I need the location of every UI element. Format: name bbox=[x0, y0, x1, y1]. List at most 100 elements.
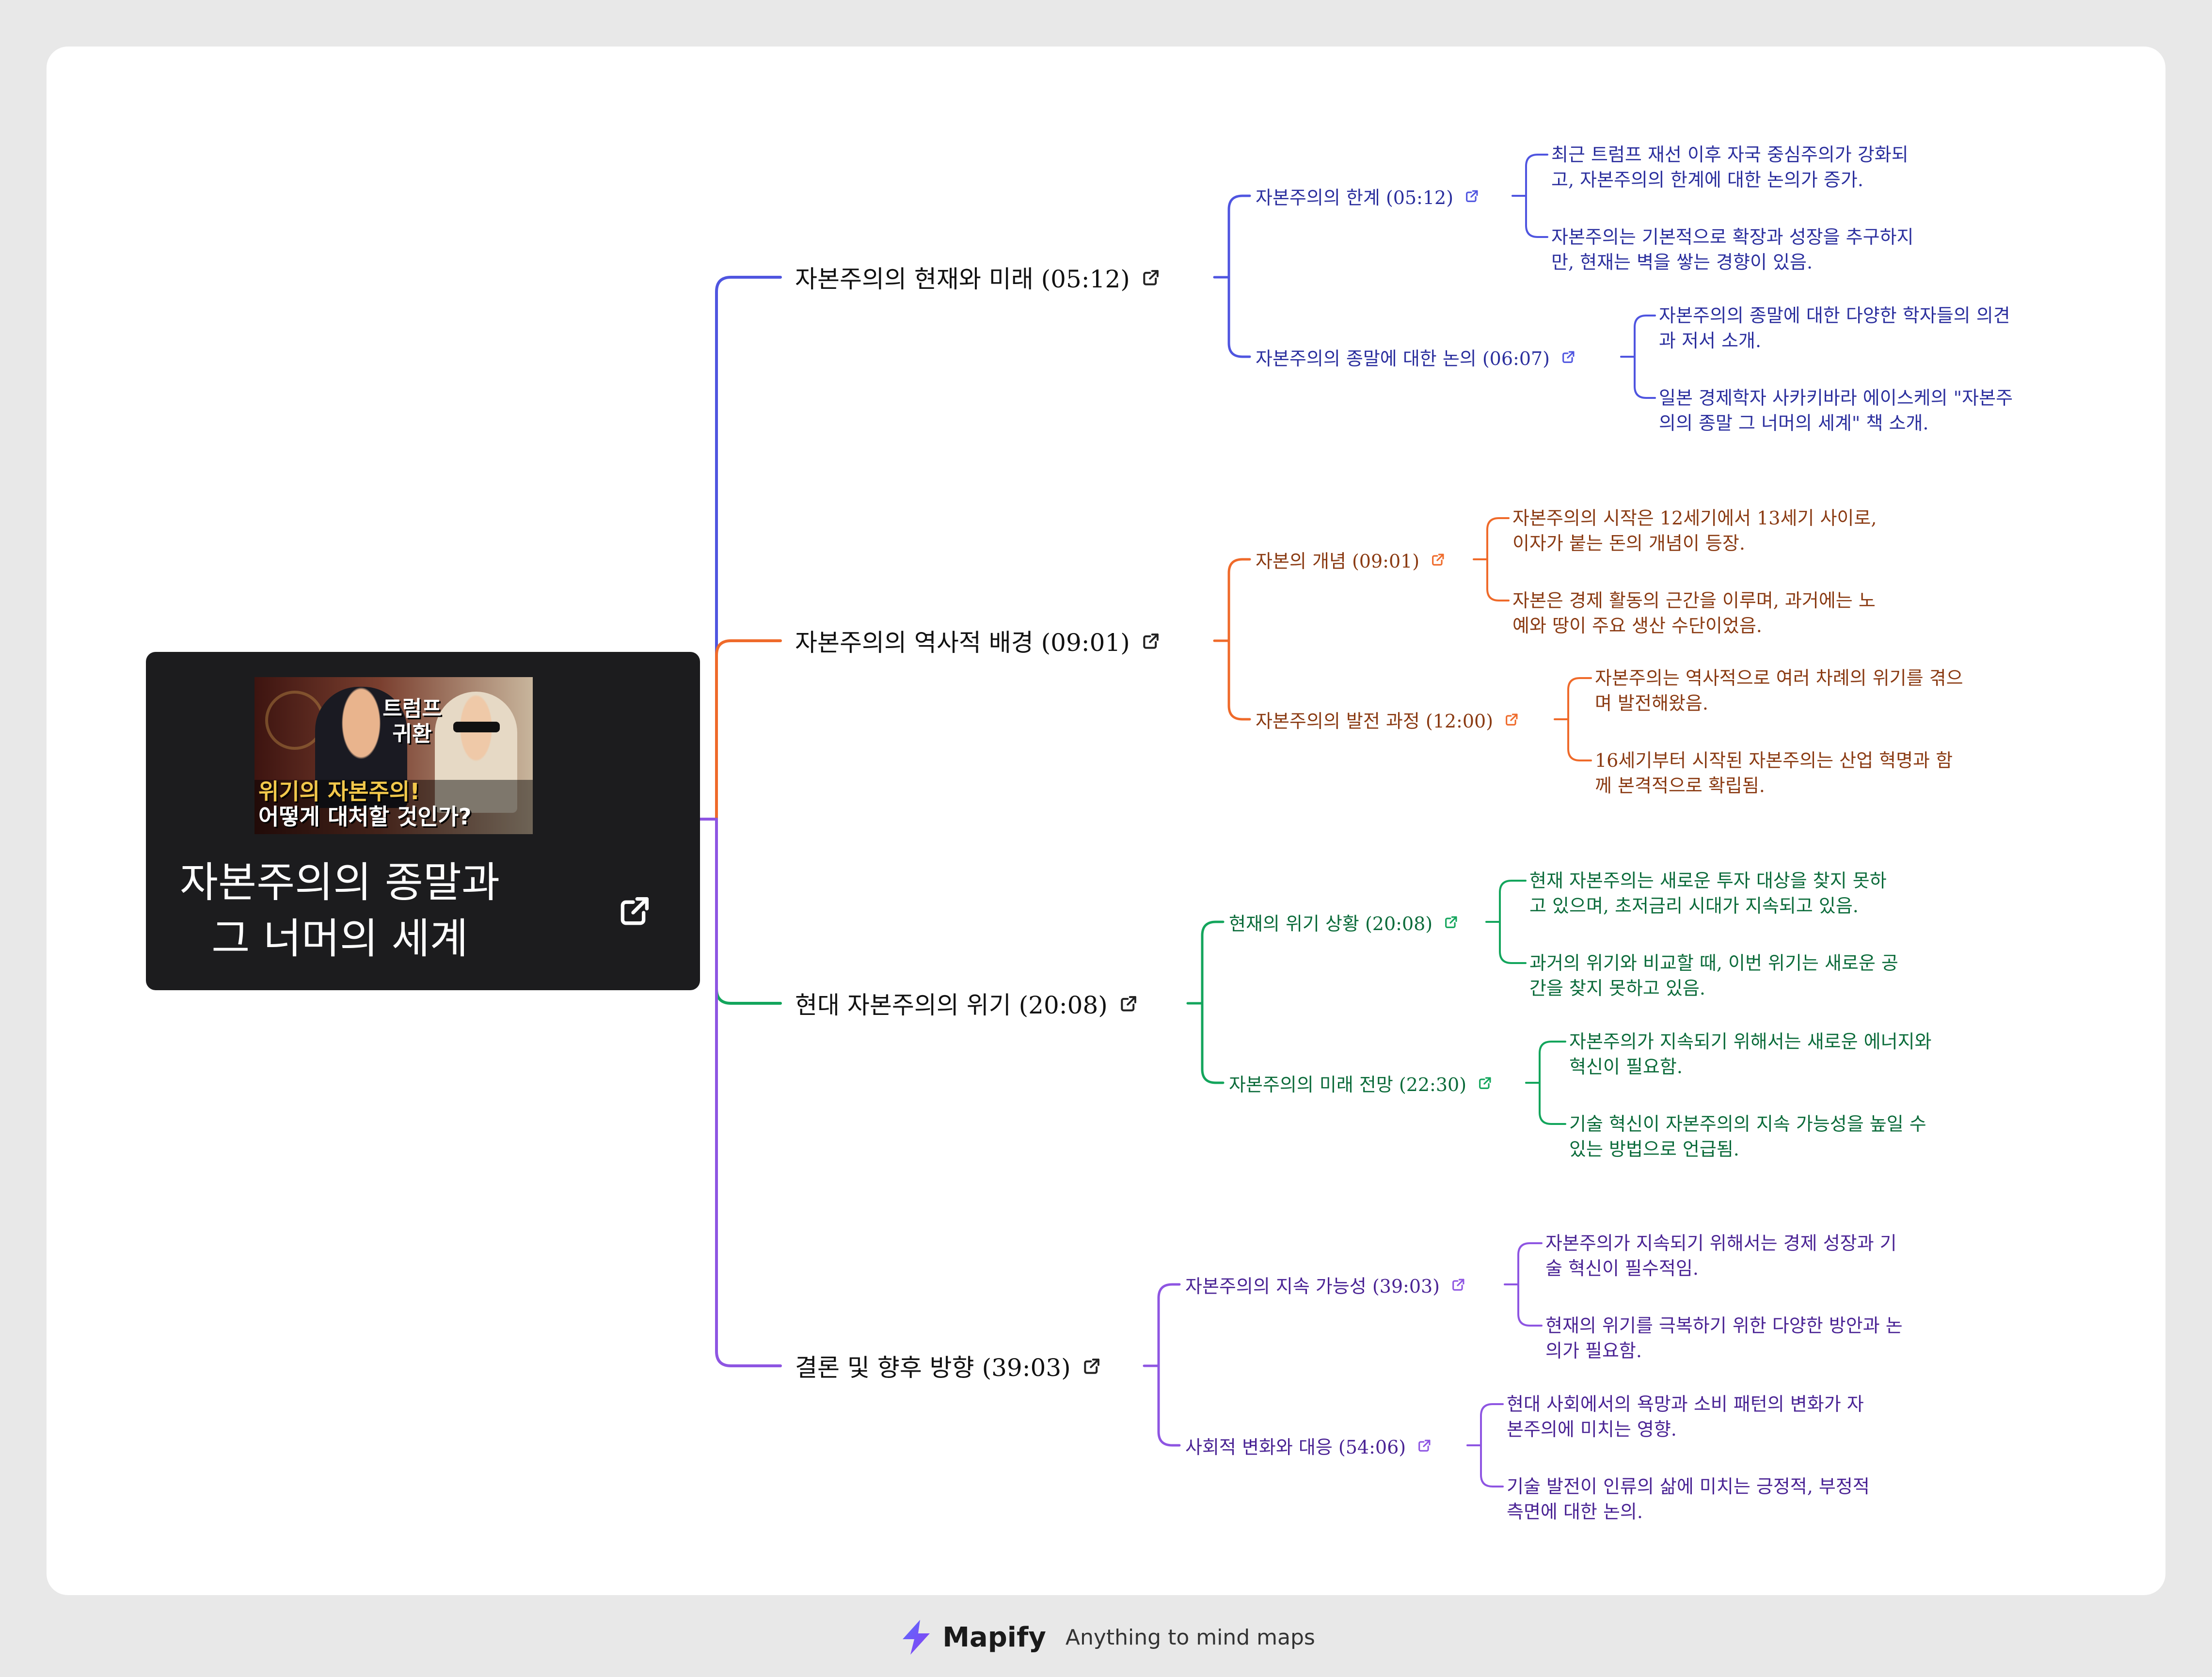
subbranch-label: 자본주의의 발전 과정 (12:00) bbox=[1256, 710, 1494, 732]
root-node[interactable]: 트럼프 귀환 위기의 자본주의! 어떻게 대처할 것인가? 자본주의의 종말과 … bbox=[146, 652, 700, 990]
thumbnail-caption-line2: 어떻게 대처할 것인가? bbox=[258, 804, 472, 830]
leaf-connector bbox=[1634, 315, 1656, 399]
leaf-connector bbox=[1525, 154, 1548, 238]
video-thumbnail[interactable]: 트럼프 귀환 위기의 자본주의! 어떻게 대처할 것인가? bbox=[255, 677, 533, 834]
leaf-note: 자본주의는 역사적으로 여러 차례의 위기를 겪으 며 발전해왔음. bbox=[1595, 665, 1963, 716]
leaf-note: 자본주의가 지속되기 위해서는 경제 성장과 기술 혁신이 필수적임. bbox=[1545, 1231, 1897, 1281]
subbranch-node[interactable]: 자본주의의 지속 가능성 (39:03) bbox=[1185, 1270, 1467, 1299]
leaf-note-line: 자본주의가 지속되기 위해서는 경제 성장과 기 bbox=[1545, 1233, 1897, 1254]
leaf-note-line: 자본은 경제 활동의 근간을 이루며, 과거에는 노 bbox=[1512, 590, 1876, 611]
leaf-note-line: 일본 경제학자 사카키바라 에이스케의 "자본주 bbox=[1659, 387, 2013, 409]
sunglasses-icon bbox=[453, 722, 500, 732]
subbranch-node[interactable]: 자본주의의 종말에 대한 논의 (06:07) bbox=[1256, 342, 1577, 371]
leaf-note-line: 측면에 대한 논의. bbox=[1507, 1501, 1643, 1522]
branch-label: 자본주의의 현재와 미래 (05:12) bbox=[795, 265, 1130, 293]
branch-node[interactable]: 결론 및 향후 방향 (39:03) bbox=[795, 1347, 1103, 1384]
leaf-note: 일본 경제학자 사카키바라 에이스케의 "자본주의의 종말 그 너머의 세계" … bbox=[1659, 385, 2013, 436]
leaf-note-line: 이자가 붙는 돈의 개념이 등장. bbox=[1512, 533, 1745, 554]
leaf-note-line: 술 혁신이 필수적임. bbox=[1545, 1258, 1699, 1279]
leaf-connector bbox=[1517, 1242, 1543, 1327]
leaf-note: 자본주의의 시작은 12세기에서 13세기 사이로, 이자가 붙는 돈의 개념이 … bbox=[1512, 506, 1877, 556]
leaf-note-line: 현재의 위기를 극복하기 위한 다양한 방안과 논 bbox=[1545, 1315, 1903, 1336]
subbranch-label: 자본주의의 종말에 대한 논의 (06:07) bbox=[1256, 348, 1550, 369]
leaf-note-line: 께 본격적으로 확립됨. bbox=[1595, 775, 1765, 796]
leaf-note-line: 16세기부터 시작된 자본주의는 산업 혁명과 함 bbox=[1595, 750, 1953, 771]
external-link-icon[interactable] bbox=[1118, 993, 1140, 1014]
branch-connector bbox=[715, 639, 782, 821]
leaf-note-line: 고 있으며, 초저금리 시대가 지속되고 있음. bbox=[1529, 895, 1859, 917]
leaf-note-line: 과거의 위기와 비교할 때, 이번 위기는 새로운 공 bbox=[1529, 952, 1898, 974]
leaf-connector bbox=[1499, 880, 1527, 964]
subbranch-node[interactable]: 자본의 개념 (09:01) bbox=[1256, 545, 1447, 574]
branch-node[interactable]: 자본주의의 현재와 미래 (05:12) bbox=[795, 259, 1162, 296]
subbranch-node[interactable]: 자본주의의 한계 (05:12) bbox=[1256, 181, 1480, 210]
leaf-connector bbox=[1480, 1403, 1504, 1487]
external-link-icon[interactable] bbox=[1477, 1075, 1494, 1091]
leaf-note-line: 만, 현재는 벽을 쌓는 경향이 있음. bbox=[1551, 252, 1813, 273]
branch-node[interactable]: 자본주의의 역사적 배경 (09:01) bbox=[795, 622, 1162, 659]
external-link-icon[interactable] bbox=[1560, 348, 1577, 365]
branch-node[interactable]: 현대 자본주의의 위기 (20:08) bbox=[795, 985, 1140, 1022]
subbranch-label: 자본의 개념 (09:01) bbox=[1256, 550, 1420, 572]
external-link-icon[interactable] bbox=[1416, 1437, 1433, 1454]
subbranch-node[interactable]: 자본주의의 발전 과정 (12:00) bbox=[1256, 705, 1520, 734]
external-link-icon[interactable] bbox=[1141, 630, 1162, 651]
leaf-note-line: 기술 발전이 인류의 삶에 미치는 긍정적, 부정적 bbox=[1507, 1476, 1870, 1497]
external-link-icon[interactable] bbox=[1430, 551, 1447, 568]
leaf-note-line: 본주의에 미치는 영향. bbox=[1507, 1419, 1677, 1440]
leaf-note: 기술 발전이 인류의 삶에 미치는 긍정적, 부정적측면에 대한 논의. bbox=[1507, 1474, 1870, 1524]
subbranch-node[interactable]: 사회적 변화와 대응 (54:06) bbox=[1185, 1431, 1433, 1460]
branch-connector bbox=[715, 276, 782, 821]
brand-name[interactable]: Mapify bbox=[942, 1622, 1046, 1653]
leaf-note-line: 현재 자본주의는 새로운 투자 대상을 찾지 못하 bbox=[1529, 870, 1887, 891]
leaf-note: 자본주의의 종말에 대한 다양한 학자들의 의견 과 저서 소개. bbox=[1659, 303, 2010, 353]
leaf-note-line: 고, 자본주의의 한계에 대한 논의가 증가. bbox=[1551, 169, 1863, 190]
external-link-icon[interactable] bbox=[1443, 914, 1460, 930]
leaf-note-line: 자본주의의 종말에 대한 다양한 학자들의 의견 bbox=[1659, 305, 2010, 326]
leaf-note: 16세기부터 시작된 자본주의는 산업 혁명과 함께 본격적으로 확립됨. bbox=[1595, 748, 1953, 798]
leaf-note: 현대 사회에서의 욕망과 소비 패턴의 변화가 자본주의에 미치는 영향. bbox=[1507, 1392, 1864, 1442]
branch-label: 결론 및 향후 방향 (39:03) bbox=[795, 1354, 1071, 1382]
leaf-note-line: 자본주의는 기본적으로 확장과 성장을 추구하지 bbox=[1551, 226, 1914, 248]
brand-tagline: Anything to mind maps bbox=[1065, 1625, 1315, 1650]
leaf-note-line: 의가 필요함. bbox=[1545, 1340, 1642, 1361]
leaf-connector bbox=[1486, 517, 1510, 601]
external-link-icon[interactable] bbox=[1504, 711, 1520, 728]
leaf-note-line: 현대 사회에서의 욕망과 소비 패턴의 변화가 자 bbox=[1507, 1393, 1864, 1415]
footer: Mapify Anything to mind maps bbox=[0, 1613, 2212, 1661]
leaf-note-line: 기술 혁신이 자본주의의 지속 가능성을 높일 수 bbox=[1569, 1113, 1926, 1135]
leaf-note-line: 혁신이 필요함. bbox=[1569, 1056, 1683, 1077]
subbranch-label: 자본주의의 한계 (05:12) bbox=[1256, 187, 1454, 208]
leaf-note-line: 있는 방법으로 언급됨. bbox=[1569, 1139, 1739, 1160]
leaf-note-line: 자본주의가 지속되기 위해서는 새로운 에너지와 bbox=[1569, 1031, 1932, 1052]
branch-connector bbox=[715, 818, 782, 1367]
branch-label: 현대 자본주의의 위기 (20:08) bbox=[795, 991, 1108, 1019]
subbranch-connector bbox=[1157, 1283, 1181, 1447]
external-link-icon[interactable] bbox=[1464, 188, 1480, 204]
leaf-connector bbox=[1567, 677, 1592, 761]
leaf-note: 자본주의가 지속되기 위해서는 새로운 에너지와혁신이 필요함. bbox=[1569, 1029, 1932, 1079]
subbranch-node[interactable]: 현재의 위기 상황 (20:08) bbox=[1229, 907, 1460, 936]
subbranch-node[interactable]: 자본주의의 미래 전망 (22:30) bbox=[1229, 1068, 1494, 1097]
leaf-note: 자본주의는 기본적으로 확장과 성장을 추구하지만, 현재는 벽을 쌓는 경향이… bbox=[1551, 224, 1914, 275]
leaf-note-line: 의의 종말 그 너머의 세계" 책 소개. bbox=[1659, 412, 1929, 434]
root-title: 자본주의의 종말과 그 너머의 세계 bbox=[179, 858, 500, 963]
subbranch-label: 사회적 변화와 대응 (54:06) bbox=[1185, 1436, 1406, 1458]
leaf-note: 현재 자본주의는 새로운 투자 대상을 찾지 못하고 있으며, 초저금리 시대가… bbox=[1529, 868, 1887, 918]
leaf-note-line: 간을 찾지 못하고 있음. bbox=[1529, 978, 1705, 999]
external-link-icon[interactable] bbox=[1141, 267, 1162, 288]
leaf-note-line: 최근 트럼프 재선 이후 자국 중심주의가 강화되 bbox=[1551, 144, 1909, 165]
mapify-logo-icon bbox=[903, 1620, 930, 1655]
leaf-note: 과거의 위기와 비교할 때, 이번 위기는 새로운 공간을 찾지 못하고 있음. bbox=[1529, 950, 1898, 1001]
thumbnail-top-text: 트럼프 귀환 bbox=[382, 696, 442, 746]
leaf-note: 최근 트럼프 재선 이후 자국 중심주의가 강화되고, 자본주의의 한계에 대한… bbox=[1551, 142, 1909, 192]
leaf-note: 기술 혁신이 자본주의의 지속 가능성을 높일 수있는 방법으로 언급됨. bbox=[1569, 1111, 1926, 1162]
leaf-note-line: 예와 땅이 주요 생산 수단이었음. bbox=[1512, 615, 1762, 636]
external-link-icon[interactable] bbox=[616, 891, 655, 930]
external-link-icon[interactable] bbox=[1450, 1276, 1467, 1293]
subbranch-label: 자본주의의 미래 전망 (22:30) bbox=[1229, 1074, 1467, 1095]
subbranch-connector bbox=[1201, 920, 1225, 1084]
branch-connector bbox=[715, 818, 782, 1005]
leaf-connector bbox=[1539, 1041, 1566, 1125]
external-link-icon[interactable] bbox=[1082, 1355, 1103, 1376]
